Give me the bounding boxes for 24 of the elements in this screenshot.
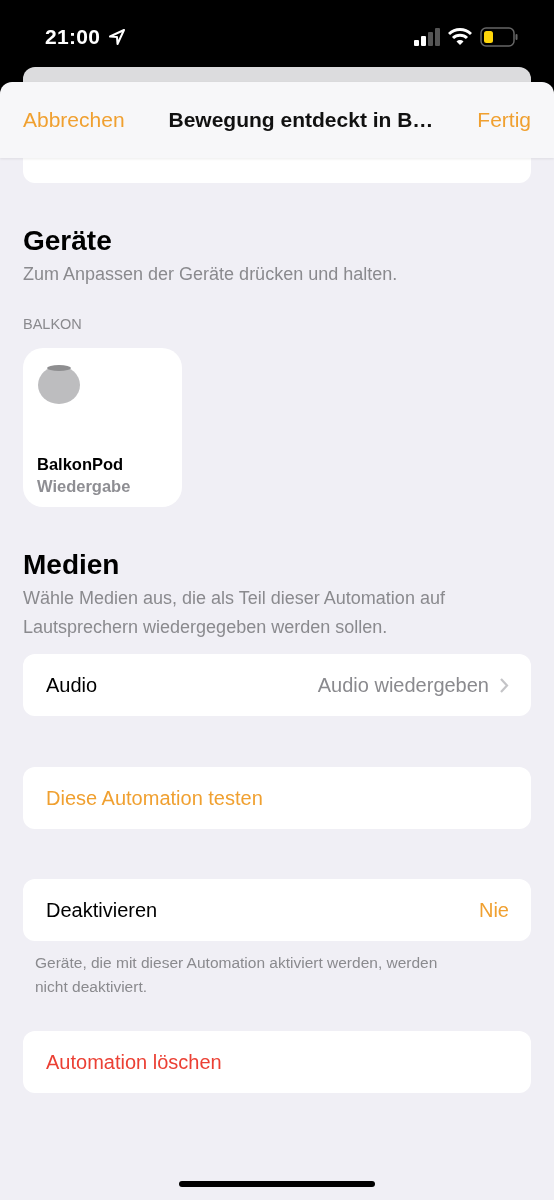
battery-icon bbox=[480, 27, 518, 47]
device-tile[interactable]: BalkonPod Wiedergabe bbox=[23, 348, 182, 507]
audio-row[interactable]: Audio Audio wiedergeben bbox=[23, 654, 531, 716]
speaker-icon bbox=[37, 364, 81, 404]
section-subtitle: Zum Anpassen der Geräte drücken und halten. bbox=[23, 263, 399, 286]
section-subtitle: Wähle Medien aus, die als Teil dieser Automation auf Lautsprechern wiedergegeben werden sollen. bbox=[23, 587, 446, 639]
sheet-title: Bewegung entdeckt in B… bbox=[168, 108, 434, 132]
clock-time: 21:00 bbox=[45, 25, 101, 49]
footnote: Geräte, die mit dieser Automation aktiviert werden, werden nicht deaktiviert. bbox=[34, 953, 439, 997]
done-button[interactable]: Fertig bbox=[477, 108, 531, 132]
cancel-button[interactable]: Abbrechen bbox=[23, 108, 125, 132]
test-automation-button[interactable]: Diese Automation testen bbox=[23, 767, 531, 829]
chevron-right-icon bbox=[499, 676, 509, 694]
home-indicator[interactable] bbox=[179, 1181, 375, 1187]
location-arrow-icon bbox=[108, 28, 127, 46]
device-name: BalkonPod bbox=[37, 454, 125, 475]
device-status: Wiedergabe bbox=[37, 476, 132, 497]
section-title: Medien bbox=[23, 548, 121, 582]
room-label: BALKON bbox=[23, 315, 83, 333]
delete-automation-button[interactable]: Automation löschen bbox=[23, 1031, 531, 1093]
signal-icon bbox=[414, 28, 440, 46]
deactivate-row[interactable]: Deaktivieren Nie bbox=[23, 879, 531, 941]
wifi-icon bbox=[448, 28, 472, 46]
section-title: Geräte bbox=[23, 224, 113, 258]
